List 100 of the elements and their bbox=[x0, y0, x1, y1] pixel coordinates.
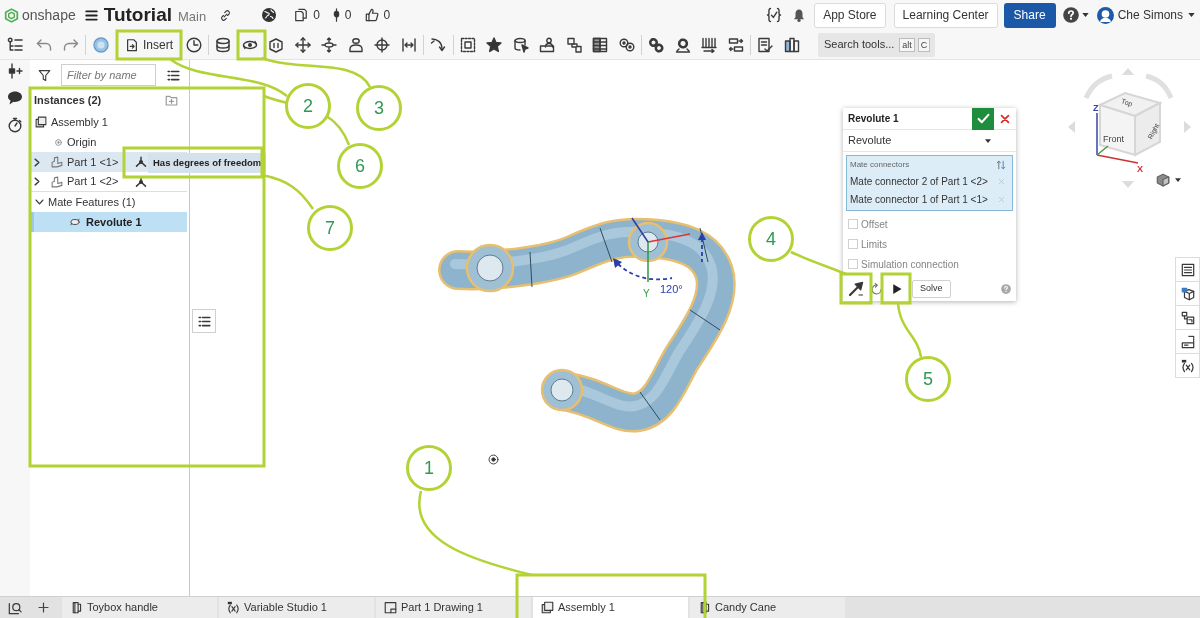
checklist-icon[interactable] bbox=[757, 36, 774, 53]
mate-connectors-field[interactable]: Mate connectors Mate connector 2 of Part 1 <2> Mate connector 1 of Part 1 <1> bbox=[846, 155, 1013, 211]
cylinder-icon[interactable] bbox=[215, 36, 232, 53]
checkbox[interactable] bbox=[848, 259, 858, 269]
pin-icon[interactable] bbox=[332, 8, 340, 22]
shaded-cube-icon[interactable] bbox=[1156, 173, 1170, 187]
side-panel-button[interactable] bbox=[1175, 257, 1200, 282]
chevron-down-icon[interactable] bbox=[35, 199, 44, 205]
rotation-manipulator[interactable] bbox=[613, 217, 706, 283]
document-title: Tutorial bbox=[103, 2, 172, 27]
bell-icon[interactable] bbox=[792, 7, 807, 23]
document-tab[interactable]: Variable Studio 1 bbox=[219, 597, 374, 618]
caret-down-icon[interactable] bbox=[1081, 13, 1089, 17]
highlight-frame bbox=[839, 272, 873, 305]
checkbox[interactable] bbox=[848, 219, 858, 229]
menu-icon[interactable] bbox=[84, 8, 98, 22]
chevron-right-icon[interactable] bbox=[34, 177, 40, 186]
tree-item[interactable]: Revolute 1 bbox=[30, 212, 187, 232]
highlight-frame bbox=[880, 272, 912, 305]
folder-plus-icon[interactable] bbox=[164, 93, 179, 107]
cylinder-arrows-icon[interactable] bbox=[321, 36, 338, 53]
magnifier-panel-icon[interactable] bbox=[8, 600, 22, 615]
avatar-icon[interactable] bbox=[1096, 6, 1114, 24]
drawing-sheet-icon bbox=[384, 601, 397, 614]
stopwatch-icon[interactable] bbox=[7, 117, 23, 133]
side-panel-button[interactable] bbox=[1175, 329, 1200, 354]
document-tab[interactable]: Part 1 Drawing 1 bbox=[376, 597, 531, 618]
layout-icon bbox=[1180, 334, 1195, 349]
sort-icon[interactable] bbox=[996, 160, 1006, 170]
search-tools-button[interactable]: Search tools... alt C bbox=[818, 32, 936, 57]
rotate-arrow-icon[interactable] bbox=[870, 282, 883, 296]
linked-circles-icon[interactable] bbox=[618, 36, 635, 53]
header-button[interactable]: Learning Center bbox=[893, 2, 998, 28]
sphere-icon[interactable] bbox=[92, 36, 109, 53]
document-tab[interactable]: Candy Cane bbox=[690, 597, 845, 618]
connected-squares-icon[interactable] bbox=[565, 36, 582, 53]
header-button[interactable]: App Store bbox=[814, 2, 886, 28]
two-rings-icon[interactable] bbox=[648, 36, 665, 53]
crosshair-icon[interactable] bbox=[374, 36, 391, 53]
tree-item[interactable]: Assembly 1 bbox=[30, 112, 187, 132]
logo-text[interactable]: onshape bbox=[22, 4, 76, 26]
filter-field[interactable]: Filter by name bbox=[61, 64, 156, 86]
caret-down-icon[interactable] bbox=[1175, 178, 1181, 182]
keyboard-key: alt bbox=[899, 37, 915, 52]
globe-icon[interactable] bbox=[261, 7, 278, 23]
person-icon[interactable] bbox=[347, 36, 364, 53]
axis-triad-drawing bbox=[1096, 112, 1139, 164]
list-icon[interactable] bbox=[167, 68, 180, 82]
cube-select-icon bbox=[1180, 286, 1195, 301]
ring-stand-icon[interactable] bbox=[674, 36, 691, 53]
feature-tree-icon[interactable] bbox=[7, 36, 23, 53]
braces-check-icon[interactable] bbox=[766, 7, 783, 23]
solve-button[interactable]: Solve bbox=[912, 280, 951, 298]
logo-icon[interactable] bbox=[4, 7, 19, 23]
insert-button[interactable]: Insert bbox=[118, 31, 180, 58]
move-arrows-icon[interactable] bbox=[294, 36, 311, 53]
view-cube[interactable] bbox=[1097, 91, 1163, 157]
frame-select-icon[interactable] bbox=[459, 36, 476, 53]
swap-arrows-icon[interactable] bbox=[727, 36, 744, 53]
side-panel-button[interactable] bbox=[1175, 305, 1200, 330]
axis-label: Y bbox=[643, 288, 650, 299]
share-button[interactable]: Share bbox=[1003, 2, 1056, 28]
ring-icon bbox=[69, 217, 81, 227]
connector-item[interactable]: Mate connector 2 of Part 1 <2> bbox=[850, 173, 988, 189]
panel-toggle-button[interactable] bbox=[192, 309, 216, 333]
cube-face-label[interactable]: Front bbox=[1103, 134, 1124, 144]
hexagon-icon[interactable] bbox=[268, 36, 285, 53]
document-tab[interactable]: Toybox handle bbox=[62, 597, 217, 618]
document-copy-icon[interactable] bbox=[294, 8, 309, 22]
checkbox[interactable] bbox=[848, 239, 858, 249]
filter-icon[interactable] bbox=[38, 68, 51, 82]
highlight-frame bbox=[236, 29, 267, 61]
columns-icon[interactable] bbox=[783, 36, 800, 53]
person-box-icon[interactable] bbox=[539, 36, 556, 53]
clock-icon[interactable] bbox=[185, 36, 202, 53]
thumbs-up-icon[interactable] bbox=[364, 8, 379, 22]
curved-arrow-icon[interactable] bbox=[430, 36, 447, 53]
side-panel-button[interactable] bbox=[1175, 281, 1200, 306]
plus-icon[interactable] bbox=[38, 602, 49, 613]
cylinder-cursor-icon[interactable] bbox=[512, 36, 529, 53]
table-icon[interactable] bbox=[592, 36, 609, 53]
confirm-button[interactable] bbox=[972, 107, 994, 130]
type-dropdown[interactable]: Revolute bbox=[843, 130, 1016, 152]
chevron-right-icon[interactable] bbox=[34, 157, 40, 167]
side-panel-button[interactable] bbox=[1175, 353, 1200, 378]
section-title: Mate Features (1) bbox=[48, 194, 136, 210]
arrow-icon[interactable] bbox=[848, 281, 864, 297]
play-icon[interactable] bbox=[891, 283, 903, 295]
comb-icon[interactable] bbox=[701, 36, 718, 53]
comment-icon[interactable] bbox=[7, 90, 23, 106]
connector-item[interactable]: Mate connector 1 of Part 1 <1> bbox=[850, 191, 988, 207]
user-name[interactable]: Che Simons bbox=[1117, 6, 1183, 24]
link-icon[interactable] bbox=[219, 8, 233, 22]
parallel-arrows-icon[interactable] bbox=[400, 36, 417, 53]
help-icon[interactable] bbox=[1062, 7, 1079, 23]
caret-down-icon[interactable] bbox=[1188, 13, 1195, 17]
tree-item[interactable]: Origin bbox=[30, 132, 187, 152]
star-icon[interactable] bbox=[486, 36, 503, 53]
slider-plus-icon[interactable] bbox=[7, 63, 23, 79]
document-tab[interactable]: Assembly 1 bbox=[533, 597, 688, 618]
